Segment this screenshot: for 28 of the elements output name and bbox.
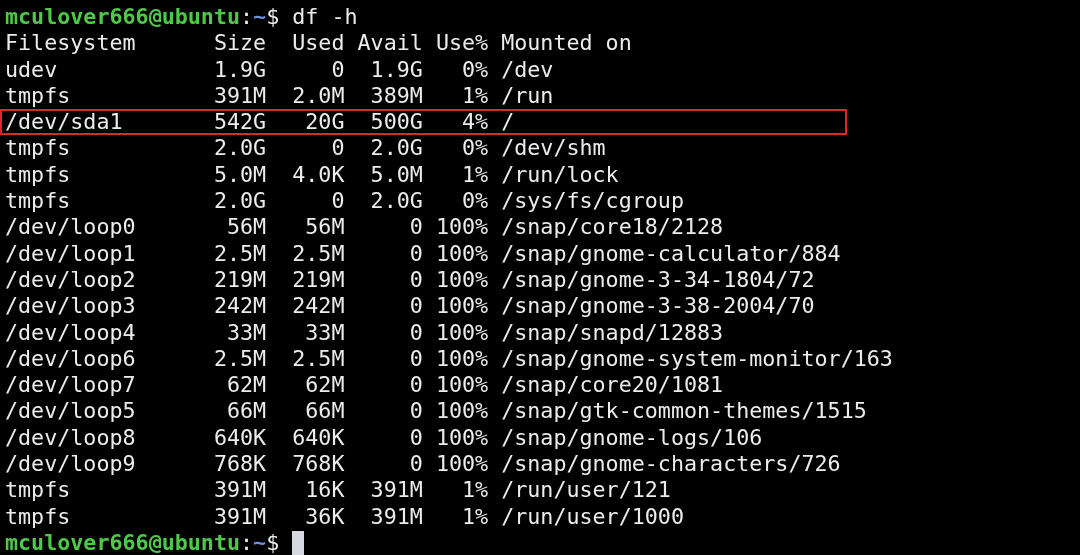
prompt-path: ~ xyxy=(253,529,267,555)
command-text: df -h xyxy=(292,4,358,31)
prompt-symbol: $ xyxy=(266,4,280,31)
output-line: /dev/loop7 62M 62M 0 100% /snap/core20/1081 xyxy=(5,372,724,399)
output-line: /dev/loop8 640K 640K 0 100% /snap/gnome-logs/106 xyxy=(5,424,763,452)
output-line: tmpfs 391M 2.0M 389M 1% /run xyxy=(5,82,554,110)
output-line: /dev/loop4 33M 33M 0 100% /snap/snapd/12883 xyxy=(5,319,724,346)
output-line: /dev/loop3 242M 242M 0 100% /snap/gnome-3-38-2004/70 xyxy=(5,293,815,320)
output-line: Filesystem Size Used Avail Use% Mounted on xyxy=(5,30,632,57)
output-line: /dev/loop6 2.5M 2.5M 0 100% /snap/gnome-system-monitor/163 xyxy=(5,345,893,373)
output-line: tmpfs 391M 16K 391M 1% /run/user/121 xyxy=(5,477,671,504)
output-line: /dev/loop1 2.5M 2.5M 0 100% /snap/gnome-calculator/884 xyxy=(5,240,841,267)
output-line: tmpfs 2.0G 0 2.0G 0% /dev/shm xyxy=(5,135,606,162)
output-line: tmpfs 2.0G 0 2.0G 0% /sys/fs/cgroup xyxy=(5,188,684,215)
output-line: /dev/loop2 219M 219M 0 100% /snap/gnome-3-34-1804/72 xyxy=(5,266,815,294)
output-line: udev 1.9G 0 1.9G 0% /dev xyxy=(5,56,554,83)
prompt-symbol: $ xyxy=(266,529,280,555)
prompt-user-host: mculover666@ubuntu xyxy=(5,529,241,555)
prompt-path: ~ xyxy=(253,4,267,31)
output-line: /dev/loop0 56M 56M 0 100% /snap/core18/2128 xyxy=(5,214,724,241)
output-line: tmpfs 5.0M 4.0K 5.0M 1% /run/lock xyxy=(5,161,619,189)
output-line: tmpfs 391M 36K 391M 1% /run/user/1000 xyxy=(5,503,684,530)
prompt-separator: : xyxy=(240,4,254,31)
prompt-user-host: mculover666@ubuntu xyxy=(5,4,241,31)
output-line: /dev/sda1 542G 20G 500G 4% / xyxy=(5,109,515,136)
prompt-separator: : xyxy=(240,529,254,555)
output-line: /dev/loop9 768K 768K 0 100% /snap/gnome-characters/726 xyxy=(5,451,841,478)
output-line: /dev/loop5 66M 66M 0 100% /snap/gtk-common-themes/1515 xyxy=(5,398,867,425)
